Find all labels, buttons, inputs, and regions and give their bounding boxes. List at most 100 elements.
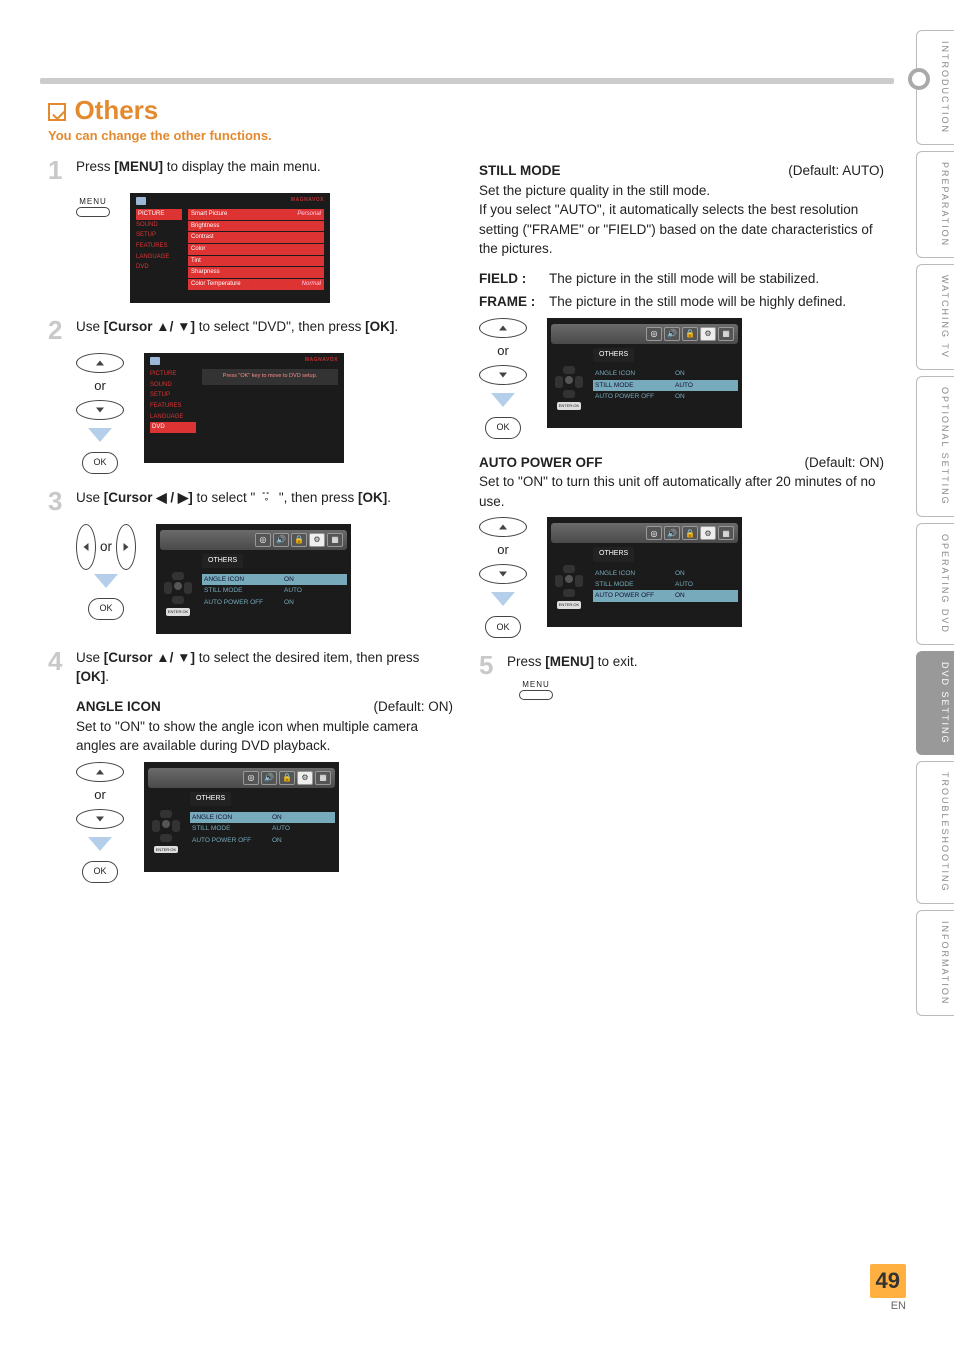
menu-language: LANGUAGE [150, 412, 196, 423]
dpad-up-down: or OK [479, 517, 527, 638]
lock-icon: 🔒 [682, 526, 698, 540]
row-angle-k: ANGLE ICON [595, 369, 675, 378]
step-4-post: . [105, 669, 109, 684]
step-3-num: 3 [48, 488, 66, 514]
check-icon [48, 103, 66, 121]
angle-icon-default: (Default: ON) [373, 697, 453, 717]
menu-button-icon [519, 690, 553, 700]
opt-color: Color [191, 245, 205, 254]
arrow-down-icon [94, 574, 118, 588]
step-3-pre: Use [76, 490, 104, 505]
cursor-up-icon [76, 353, 124, 373]
step-5-pre: Press [507, 654, 545, 669]
ok-button-icon: OK [485, 616, 521, 638]
still-mode-v: AUTO [284, 586, 302, 595]
others-bar-icon: ⚙ [700, 526, 716, 540]
still-mode-desc1: Set the picture quality in the still mod… [479, 181, 884, 201]
row-still-k: STILL MODE [192, 824, 272, 833]
disc-icon: ◎ [243, 771, 259, 785]
menu-picture: PICTURE [136, 209, 182, 220]
step-3-btn2: [OK] [358, 490, 387, 505]
cursor-up-icon [76, 762, 124, 782]
dvd-menu-screen: MAGNAVOX PICTURE SOUND SETUP FEATURES LA… [144, 353, 344, 463]
misc-icon: ▦ [327, 533, 343, 547]
step-1-pre: Press [76, 159, 114, 174]
cursor-up-icon [479, 318, 527, 338]
others-bar-icon: ⚙ [297, 771, 313, 785]
row-auto-v: ON [272, 836, 282, 845]
brand-label: MAGNAVOX [305, 357, 338, 364]
step-4: 4 Use [Cursor ▲/ ▼] to select the desire… [48, 648, 453, 687]
arrow-down-icon [88, 428, 112, 442]
angle-icon-desc: Set to "ON" to show the angle icon when … [76, 717, 453, 756]
misc-icon: ▦ [315, 771, 331, 785]
still-mode-title: STILL MODE [479, 161, 561, 181]
step-3-mid2: ", then press [275, 490, 358, 505]
row-angle-v: ON [272, 813, 282, 822]
frame-key: FRAME : [479, 292, 541, 312]
tv-icon [136, 197, 146, 205]
step-4-btn2: [OK] [76, 669, 105, 684]
arrow-down-icon [88, 837, 112, 851]
tab-operating-dvd: OPERATING DVD [916, 523, 954, 645]
page-lang: EN [870, 1300, 906, 1312]
step-2-mid: to select "DVD", then press [195, 319, 365, 334]
menu-features: FEATURES [136, 241, 182, 252]
section-subtitle: You can change the other functions. [48, 128, 884, 143]
auto-power-screen: ◎ 🔊 🔒 ⚙ ▦ ENTER:OK OTHERS [547, 517, 742, 627]
section-title-text: Others [74, 95, 158, 125]
still-mode-k: STILL MODE [204, 586, 284, 595]
ok-button-icon: OK [82, 452, 118, 474]
others-label: OTHERS [593, 348, 634, 362]
or-label: or [94, 377, 106, 396]
audio-icon: 🔊 [664, 526, 680, 540]
or-label: or [94, 786, 106, 805]
step-2-post: . [394, 319, 398, 334]
step-3-mid: to select " [193, 490, 259, 505]
auto-power-k: AUTO POWER OFF [204, 598, 284, 607]
top-divider [40, 78, 894, 84]
tab-preparation: PREPARATION [916, 151, 954, 258]
page-number-value: 49 [870, 1264, 906, 1298]
opt-color-temp: Color Temperature [191, 280, 241, 289]
step-4-mid: to select the desired item, then press [195, 650, 419, 665]
row-angle-v: ON [675, 569, 685, 578]
ok-button-icon: OK [88, 598, 124, 620]
tab-dvd-setting: DVD SETTING [916, 651, 954, 756]
angle-icon-k: ANGLE ICON [204, 575, 284, 584]
dpad-left-right: or [76, 524, 136, 570]
step-4-num: 4 [48, 648, 66, 687]
field-key: FIELD : [479, 269, 541, 289]
tab-troubleshooting: TROUBLESHOOTING [916, 761, 954, 904]
cursor-down-icon [76, 809, 124, 829]
lock-icon: 🔒 [291, 533, 307, 547]
angle-screen: ◎ 🔊 🔒 ⚙ ▦ ENTER:OK OTHERS [144, 762, 339, 872]
left-column: 1 Press [MENU] to display the main menu.… [48, 157, 453, 897]
lock-icon: 🔒 [682, 327, 698, 341]
menu-sound: SOUND [150, 380, 196, 391]
dpad-up-down: or OK [76, 762, 124, 883]
top-icon-bar: ◎ 🔊 🔒 ⚙ ▦ [160, 530, 347, 550]
row-still-v: AUTO [272, 824, 290, 833]
step-5: 5 Press [MENU] to exit. [479, 652, 884, 705]
step-2-btn2: [OK] [365, 319, 394, 334]
menu-sound: SOUND [136, 220, 182, 231]
enter-ok-label: ENTER:OK [166, 608, 190, 616]
step-1-btn: [MENU] [114, 159, 163, 174]
others-bar-icon: ⚙ [309, 533, 325, 547]
row-auto-v: ON [675, 591, 685, 600]
step-1: 1 Press [MENU] to display the main menu. [48, 157, 453, 183]
cursor-down-icon [76, 400, 124, 420]
cursor-up-icon [479, 517, 527, 537]
disc-icon: ◎ [646, 327, 662, 341]
row-angle-k: ANGLE ICON [192, 813, 272, 822]
step-2-btn: [Cursor ▲/ ▼] [104, 319, 195, 334]
opt-smart-picture: Smart Picture [191, 210, 227, 219]
step-5-post: to exit. [594, 654, 638, 669]
opt-sharpness: Sharpness [191, 268, 220, 277]
menu-setup: SETUP [150, 390, 196, 401]
others-label: OTHERS [593, 547, 634, 561]
menu-button-icon [76, 207, 110, 217]
opt-brightness: Brightness [191, 222, 219, 231]
auto-power-desc: Set to "ON" to turn this unit off automa… [479, 472, 884, 511]
